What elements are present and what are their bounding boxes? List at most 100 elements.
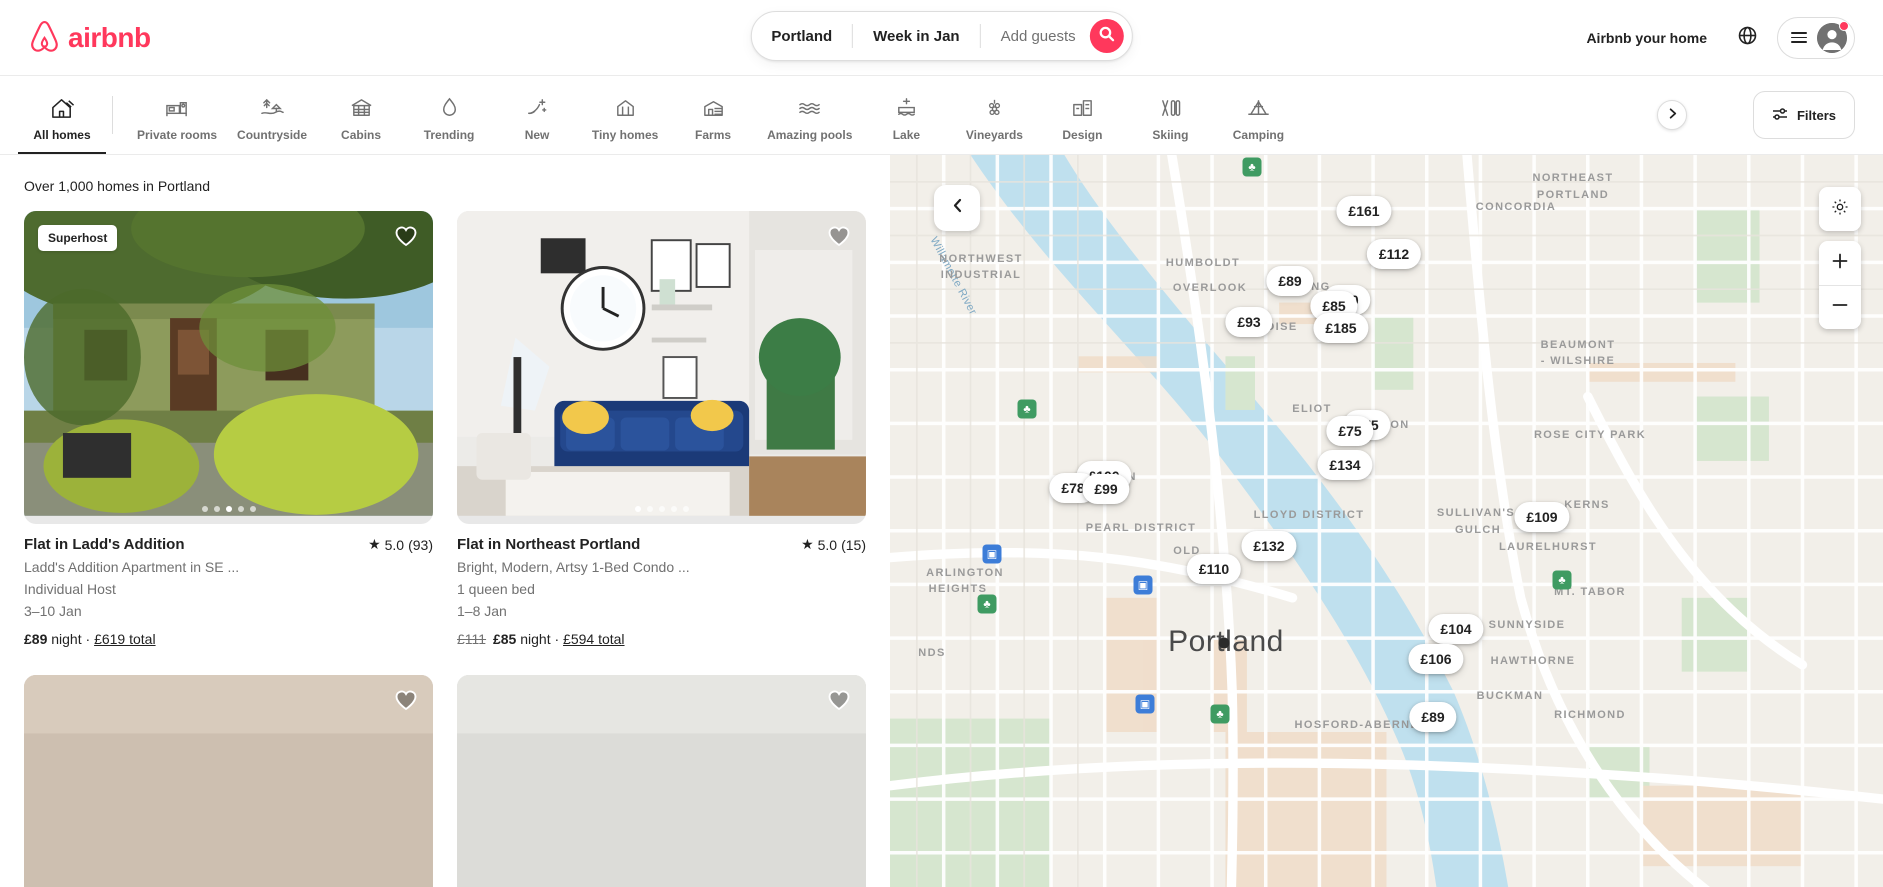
category-vineyards[interactable]: Vineyards: [950, 76, 1038, 154]
listing-detail: Individual Host: [24, 580, 116, 597]
star-icon: ★: [368, 536, 381, 553]
park-icon[interactable]: ♣: [1210, 704, 1230, 724]
category-design[interactable]: Design: [1038, 76, 1126, 154]
category-label: Skiing: [1152, 127, 1189, 142]
airbnb-logo[interactable]: airbnb: [28, 20, 151, 55]
avatar: [1817, 20, 1849, 53]
search-dates[interactable]: Week in Jan: [853, 29, 979, 44]
price-night-suffix: night: [520, 630, 551, 647]
map-price-pin[interactable]: £99: [1082, 474, 1130, 504]
category-all-homes[interactable]: All homes: [18, 76, 106, 154]
park-icon[interactable]: ♣: [1552, 570, 1572, 590]
category-separator: [112, 96, 113, 134]
map-price-pin[interactable]: £109: [1514, 502, 1570, 532]
park-icon[interactable]: ♣: [1017, 399, 1037, 419]
category-amazing-pools[interactable]: Amazing pools: [757, 76, 862, 154]
listing-card[interactable]: [457, 674, 866, 887]
search-guests[interactable]: Add guests: [981, 29, 1090, 44]
category-new[interactable]: New: [493, 76, 581, 154]
category-label: Countryside: [237, 127, 308, 142]
map-price-pin[interactable]: £134: [1317, 450, 1373, 480]
map-zoom-in-button[interactable]: [1819, 241, 1861, 285]
listing-card[interactable]: Flat in Northeast Portland ★ 5.0 (15) Br…: [457, 211, 866, 647]
search-bar[interactable]: Portland Week in Jan Add guests: [750, 11, 1133, 61]
category-label: Lake: [892, 127, 921, 142]
search-icon: [1099, 26, 1115, 47]
listing-photo[interactable]: [24, 674, 433, 887]
map-zoom-out-button[interactable]: [1819, 285, 1861, 329]
category-private-rooms[interactable]: Private rooms: [127, 76, 227, 154]
category-next-button[interactable]: [1657, 100, 1687, 130]
map-price-pin[interactable]: £132: [1241, 531, 1297, 561]
map-panel[interactable]: Willamette River NORTHEAST PORTLAND CONC…: [890, 155, 1883, 887]
map-price-pin[interactable]: £185: [1313, 313, 1369, 343]
category-cabins[interactable]: Cabins: [317, 76, 405, 154]
category-countryside[interactable]: Countryside: [227, 76, 317, 154]
info-icon[interactable]: ▣: [982, 544, 1002, 564]
listing-price: £111 £85 night · £594 total: [457, 631, 866, 647]
museum-icon[interactable]: ▣: [1133, 575, 1153, 595]
design-icon: [1070, 96, 1095, 121]
category-label: Trending: [423, 127, 475, 142]
map-settings-button[interactable]: [1819, 187, 1861, 231]
map-price-pin[interactable]: £93: [1225, 307, 1273, 337]
price-total[interactable]: £594 total: [563, 631, 625, 647]
lake-icon: [894, 96, 919, 121]
listing-card[interactable]: [24, 674, 433, 887]
photo-dots[interactable]: [634, 506, 689, 513]
airbnb-your-home-link[interactable]: Airbnb your home: [1572, 18, 1721, 58]
price-separator: ·: [85, 630, 91, 647]
favorite-button[interactable]: [393, 687, 419, 713]
filters-button[interactable]: Filters: [1752, 91, 1855, 139]
map-price-pin[interactable]: £89: [1266, 266, 1314, 296]
map-price-pin[interactable]: £112: [1366, 239, 1422, 269]
museum-icon[interactable]: ▣: [1135, 694, 1155, 714]
photo-dots[interactable]: [201, 506, 256, 513]
language-globe-button[interactable]: [1727, 18, 1767, 58]
listing-photo[interactable]: [457, 211, 866, 525]
price-night: £89: [24, 630, 48, 647]
price-original: £111: [457, 630, 487, 647]
favorite-button[interactable]: [393, 223, 419, 249]
favorite-button[interactable]: [826, 223, 852, 249]
category-camping[interactable]: Camping: [1214, 76, 1302, 154]
globe-icon: [1738, 26, 1757, 50]
category-scroller[interactable]: All homes Private rooms Countryside Cabi…: [18, 76, 1723, 154]
search-location[interactable]: Portland: [751, 29, 852, 44]
user-menu-button[interactable]: [1777, 16, 1855, 59]
map-price-pin[interactable]: £75: [1326, 416, 1374, 446]
chevron-right-icon: [1667, 106, 1678, 124]
map-price-pin[interactable]: £106: [1408, 644, 1464, 674]
category-farms[interactable]: Farms: [669, 76, 757, 154]
listing-card[interactable]: Superhost Flat in Ladd's Addition ★ 5.0 …: [24, 211, 433, 647]
map-price-pin[interactable]: £161: [1336, 196, 1392, 226]
star-icon: ★: [801, 536, 814, 553]
map-collapse-button[interactable]: [934, 185, 980, 231]
notification-dot: [1839, 20, 1849, 31]
category-tiny-homes[interactable]: Tiny homes: [581, 76, 669, 154]
listing-photo[interactable]: Superhost: [24, 211, 433, 525]
listing-photo-image: [457, 211, 866, 516]
category-lake[interactable]: Lake: [862, 76, 950, 154]
page-content: Over 1,000 homes in Portland Superhost F…: [0, 155, 1883, 887]
listing-title-row: Flat in Northeast Portland ★ 5.0 (15): [457, 535, 866, 555]
map-price-pin[interactable]: £104: [1428, 614, 1484, 644]
map-price-pin[interactable]: £89: [1409, 702, 1457, 732]
gear-icon: [1831, 198, 1849, 221]
park-icon[interactable]: ♣: [977, 594, 997, 614]
listing-photo-image: [24, 674, 433, 887]
listing-info: Flat in Ladd's Addition ★ 5.0 (93) Ladd'…: [24, 524, 433, 646]
category-trending[interactable]: Trending: [405, 76, 493, 154]
map-settings-card: [1819, 187, 1861, 231]
listing-photo-image: [457, 674, 866, 887]
search-submit-button[interactable]: [1089, 19, 1124, 53]
favorite-button[interactable]: [826, 687, 852, 713]
listing-grid: Superhost Flat in Ladd's Addition ★ 5.0 …: [24, 211, 866, 887]
category-skiing[interactable]: Skiing: [1126, 76, 1214, 154]
heart-icon: [395, 226, 417, 247]
map-price-pin[interactable]: £110: [1186, 554, 1242, 584]
listing-dates: 1–8 Jan: [457, 603, 507, 620]
park-icon[interactable]: ♣: [1242, 157, 1262, 177]
listing-photo[interactable]: [457, 674, 866, 887]
price-total[interactable]: £619 total: [94, 631, 156, 647]
